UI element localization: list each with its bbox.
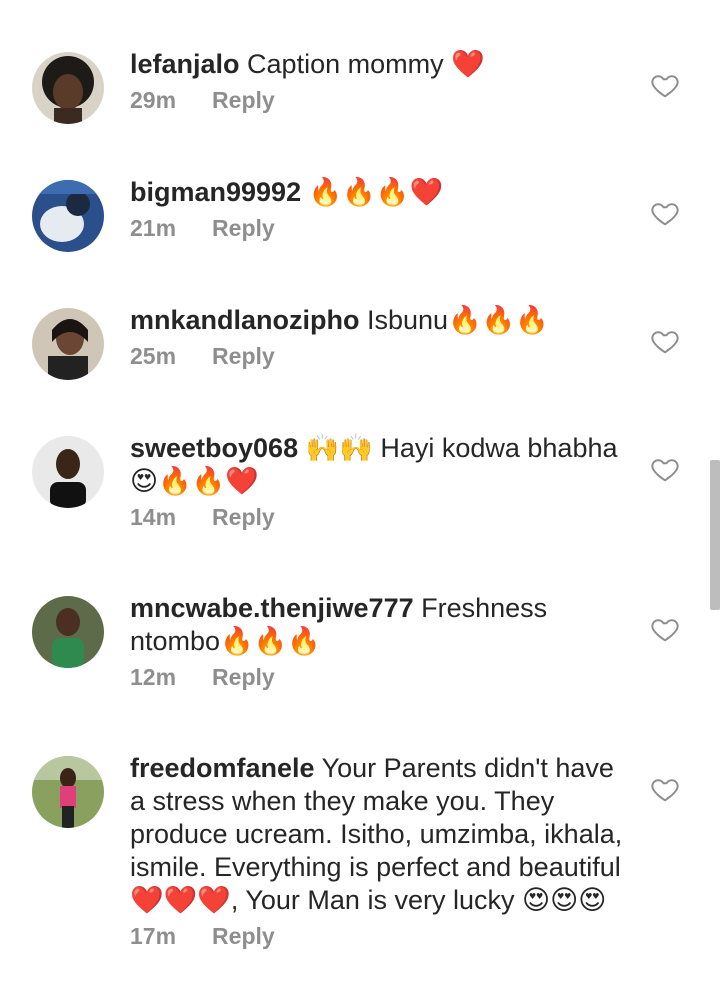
like-heart-icon[interactable] [650, 774, 680, 804]
comment-username[interactable]: sweetboy068 [130, 433, 298, 463]
avatar[interactable] [32, 180, 104, 252]
comment-meta: 14m Reply [130, 504, 630, 531]
comment-time: 25m [130, 343, 177, 369]
comment-body: 🔥🔥🔥❤️ [301, 177, 444, 207]
reply-button[interactable]: Reply [212, 504, 275, 530]
avatar[interactable] [32, 308, 104, 380]
comment-username[interactable]: mncwabe.thenjiwe777 [130, 593, 414, 623]
comment-username[interactable]: lefanjalo [130, 49, 240, 79]
comment-time: 21m [130, 215, 177, 241]
avatar[interactable] [32, 756, 104, 828]
like-heart-icon[interactable] [650, 454, 680, 484]
comment-username[interactable]: freedomfanele [130, 753, 315, 783]
avatar[interactable] [32, 436, 104, 508]
comment-username[interactable]: mnkandlanozipho [130, 305, 360, 335]
comment-text: bigman99992 🔥🔥🔥❤️ [130, 176, 630, 209]
comment-meta: 12m Reply [130, 664, 630, 691]
like-heart-icon[interactable] [650, 198, 680, 228]
comment-body: Isbunu🔥🔥🔥 [359, 305, 549, 335]
comment-text: mncwabe.thenjiwe777 Freshness ntombo🔥🔥🔥 [130, 592, 630, 658]
avatar[interactable] [32, 52, 104, 124]
comment-meta: 25m Reply [130, 343, 630, 370]
avatar[interactable] [32, 596, 104, 668]
comment-meta: 29m Reply [130, 87, 630, 114]
comment-text: mnkandlanozipho Isbunu🔥🔥🔥 [130, 304, 630, 337]
comment-meta: 21m Reply [130, 215, 630, 242]
like-heart-icon[interactable] [650, 614, 680, 644]
reply-button[interactable]: Reply [212, 664, 275, 690]
like-heart-icon[interactable] [650, 70, 680, 100]
reply-button[interactable]: Reply [212, 343, 275, 369]
comment-time: 14m [130, 504, 177, 530]
comment-time: 29m [130, 87, 177, 113]
comment-text: lefanjalo Caption mommy ❤️ [130, 48, 630, 81]
comment-text: freedomfanele Your Parents didn't have a… [130, 752, 630, 917]
like-heart-icon[interactable] [650, 326, 680, 356]
reply-button[interactable]: Reply [212, 923, 275, 949]
reply-button[interactable]: Reply [212, 87, 275, 113]
reply-button[interactable]: Reply [212, 215, 275, 241]
comment-time: 17m [130, 923, 177, 949]
comment-body: Caption mommy ❤️ [239, 49, 485, 79]
scrollbar[interactable] [710, 460, 720, 610]
comment-text: sweetboy068 🙌🙌 Hayi kodwa bhabha 😍🔥🔥❤️ [130, 432, 630, 498]
comment-username[interactable]: bigman99992 [130, 177, 301, 207]
comment-meta: 17m Reply [130, 923, 630, 950]
comment-time: 12m [130, 664, 177, 690]
